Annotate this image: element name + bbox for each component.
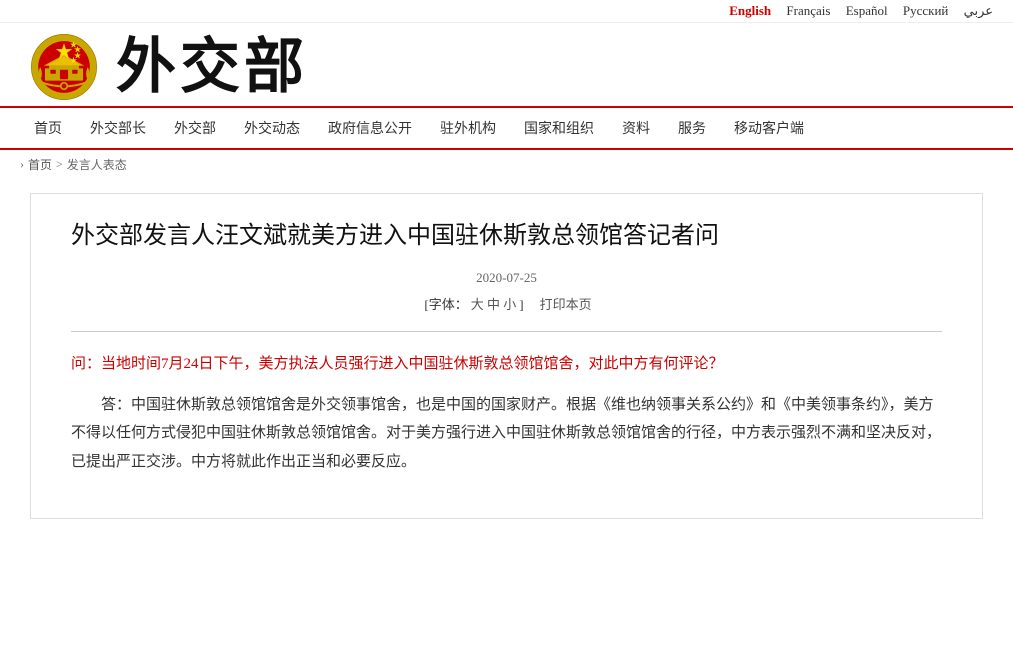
article-date: 2020-07-25 — [71, 270, 942, 286]
breadcrumb-arrow: › — [20, 157, 24, 172]
site-header: 外交部 — [0, 23, 1013, 108]
nav-mobile[interactable]: 移动客户端 — [720, 108, 818, 148]
lang-english[interactable]: English — [729, 3, 771, 18]
font-large-button[interactable]: 大 — [471, 297, 484, 312]
breadcrumb-separator: > — [56, 157, 63, 172]
lang-russian[interactable]: Русский — [903, 3, 949, 18]
nav-home[interactable]: 首页 — [20, 108, 76, 148]
nav-countries[interactable]: 国家和组织 — [510, 108, 608, 148]
breadcrumb: › 首页 > 发言人表态 — [0, 150, 1013, 179]
article-answer: 答：中国驻休斯敦总领馆馆舍是外交领事馆舍，也是中国的国家财产。根据《维也纳领事关… — [71, 391, 942, 477]
nav-services[interactable]: 服务 — [664, 108, 720, 148]
main-content: 外交部发言人汪文斌就美方进入中国驻休斯敦总领馆答记者问 2020-07-25 [… — [0, 179, 1013, 549]
article-container: 外交部发言人汪文斌就美方进入中国驻休斯敦总领馆答记者问 2020-07-25 [… — [30, 193, 983, 519]
language-bar: English Français Español Русский عربي — [0, 0, 1013, 23]
national-emblem-icon — [30, 33, 98, 101]
article-body: 问：当地时间7月24日下午，美方执法人员强行进入中国驻休斯敦总领馆馆舍，对此中方… — [71, 350, 942, 476]
nav-gov-info[interactable]: 政府信息公开 — [314, 108, 426, 148]
article-question: 问：当地时间7月24日下午，美方执法人员强行进入中国驻休斯敦总领馆馆舍，对此中方… — [71, 350, 942, 379]
article-divider — [71, 331, 942, 332]
site-logo-text: 外交部 — [116, 37, 308, 97]
breadcrumb-home[interactable]: 首页 — [28, 156, 52, 173]
nav-missions[interactable]: 驻外机构 — [426, 108, 510, 148]
nav-resources[interactable]: 资料 — [608, 108, 664, 148]
font-end: ] — [519, 297, 523, 312]
nav-minister[interactable]: 外交部长 — [76, 108, 160, 148]
font-label: [字体： — [424, 297, 467, 312]
lang-french[interactable]: Français — [786, 3, 830, 18]
article-font-tools: [字体： 大 中 小] 打印本页 — [71, 294, 942, 313]
article-title: 外交部发言人汪文斌就美方进入中国驻休斯敦总领馆答记者问 — [71, 218, 942, 254]
nav-news[interactable]: 外交动态 — [230, 108, 314, 148]
lang-arabic[interactable]: عربي — [964, 3, 993, 18]
font-medium-button[interactable]: 中 — [487, 297, 500, 312]
main-navigation: 首页 外交部长 外交部 外交动态 政府信息公开 驻外机构 国家和组织 资料 服务… — [0, 108, 1013, 150]
print-button[interactable]: 打印本页 — [540, 297, 592, 312]
breadcrumb-current: 发言人表态 — [67, 156, 127, 173]
nav-ministry[interactable]: 外交部 — [160, 108, 230, 148]
font-small-button[interactable]: 小 — [503, 297, 516, 312]
lang-spanish[interactable]: Español — [846, 3, 888, 18]
